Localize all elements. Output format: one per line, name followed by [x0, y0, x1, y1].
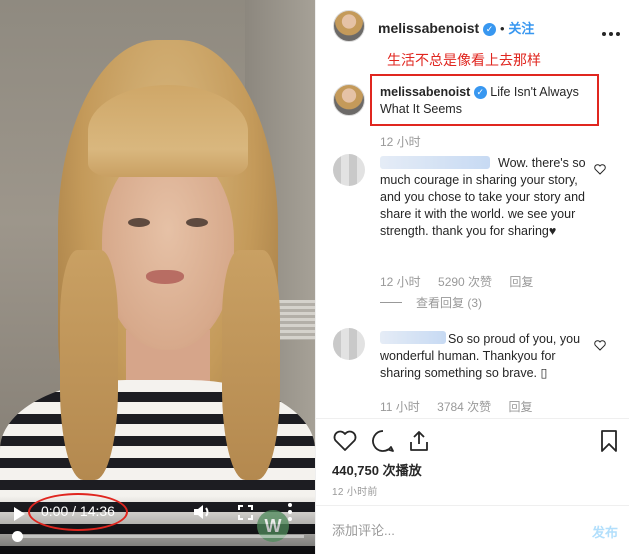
video-subject-face — [102, 150, 234, 350]
verified-icon: ✓ — [483, 23, 497, 36]
share-icon[interactable] — [406, 428, 432, 454]
video-subject-eye-left — [128, 218, 150, 227]
progress-handle[interactable] — [12, 531, 23, 542]
post-header: melissabenoist ✓ • 关注 — [378, 18, 534, 37]
username-link[interactable]: melissabenoist — [378, 20, 479, 36]
replies-line — [380, 302, 402, 303]
avatar[interactable] — [333, 10, 365, 42]
progress-bar[interactable] — [12, 535, 304, 538]
reply-button[interactable]: 回复 — [509, 275, 533, 289]
divider — [316, 418, 629, 419]
fullscreen-icon[interactable] — [238, 505, 253, 520]
view-replies-label: 查看回复 (3) — [416, 296, 483, 310]
view-count[interactable]: 440,750 次播放 — [332, 460, 422, 479]
heart-icon[interactable] — [594, 164, 606, 175]
caption-time: 12 小时 — [380, 135, 421, 149]
post-timestamp: 12 小时前 — [332, 487, 378, 498]
divider — [316, 505, 629, 506]
dot-separator: • — [499, 21, 505, 36]
comment-likes[interactable]: 5290 次赞 — [438, 275, 492, 289]
follow-button[interactable]: 关注 — [508, 21, 534, 36]
translation-annotation: 生活不总是像看上去那样 — [387, 52, 541, 68]
comment-time: 12 小时 — [380, 275, 421, 289]
comment-likes[interactable]: 3784 次赞 — [437, 400, 491, 414]
comment-meta: 12 小时 5290 次赞 回复 — [380, 273, 547, 290]
caption-avatar[interactable] — [333, 84, 365, 116]
video-subject-hair-left — [60, 250, 118, 480]
comment-text: Wow. there's so much courage in sharing … — [380, 156, 586, 238]
heart-icon[interactable] — [332, 428, 358, 454]
post-panel: melissabenoist ✓ • 关注 生活不总是像看上去那样 meliss… — [315, 0, 629, 554]
play-icon[interactable] — [14, 507, 25, 521]
video-subject-eye-right — [186, 218, 208, 227]
volume-icon[interactable] — [192, 503, 214, 521]
view-replies-button[interactable]: 查看回复 (3) — [380, 294, 482, 311]
video-subject-mouth — [146, 270, 184, 284]
caption-username[interactable]: melissabenoist — [380, 85, 470, 99]
comment-input[interactable] — [332, 516, 572, 544]
video-subject-bangs — [88, 85, 248, 177]
video-subject-hair-right — [222, 250, 280, 480]
comment-icon[interactable] — [370, 428, 396, 454]
comment-text: So so proud of you, you wonderful human.… — [380, 332, 581, 380]
comment-meta: 11 小时 3784 次赞 回复 — [380, 398, 547, 415]
comment-avatar[interactable] — [333, 328, 365, 360]
post-caption: melissabenoist ✓ Life Isn't Always What … — [380, 84, 592, 118]
video-time: 0:00 / 14:36 — [41, 503, 115, 519]
comment-time: 11 小时 — [380, 400, 420, 414]
bookmark-icon[interactable] — [596, 428, 622, 454]
video-player[interactable]: 0:00 / 14:36 W — [0, 0, 315, 554]
verified-icon: ✓ — [473, 86, 487, 99]
more-horizontal-icon[interactable] — [602, 23, 623, 41]
comment-avatar[interactable] — [333, 154, 365, 186]
post-comment-button[interactable]: 发布 — [592, 522, 618, 541]
heart-icon[interactable] — [594, 340, 606, 351]
reply-button[interactable]: 回复 — [509, 400, 533, 414]
more-vertical-icon[interactable] — [288, 503, 292, 521]
